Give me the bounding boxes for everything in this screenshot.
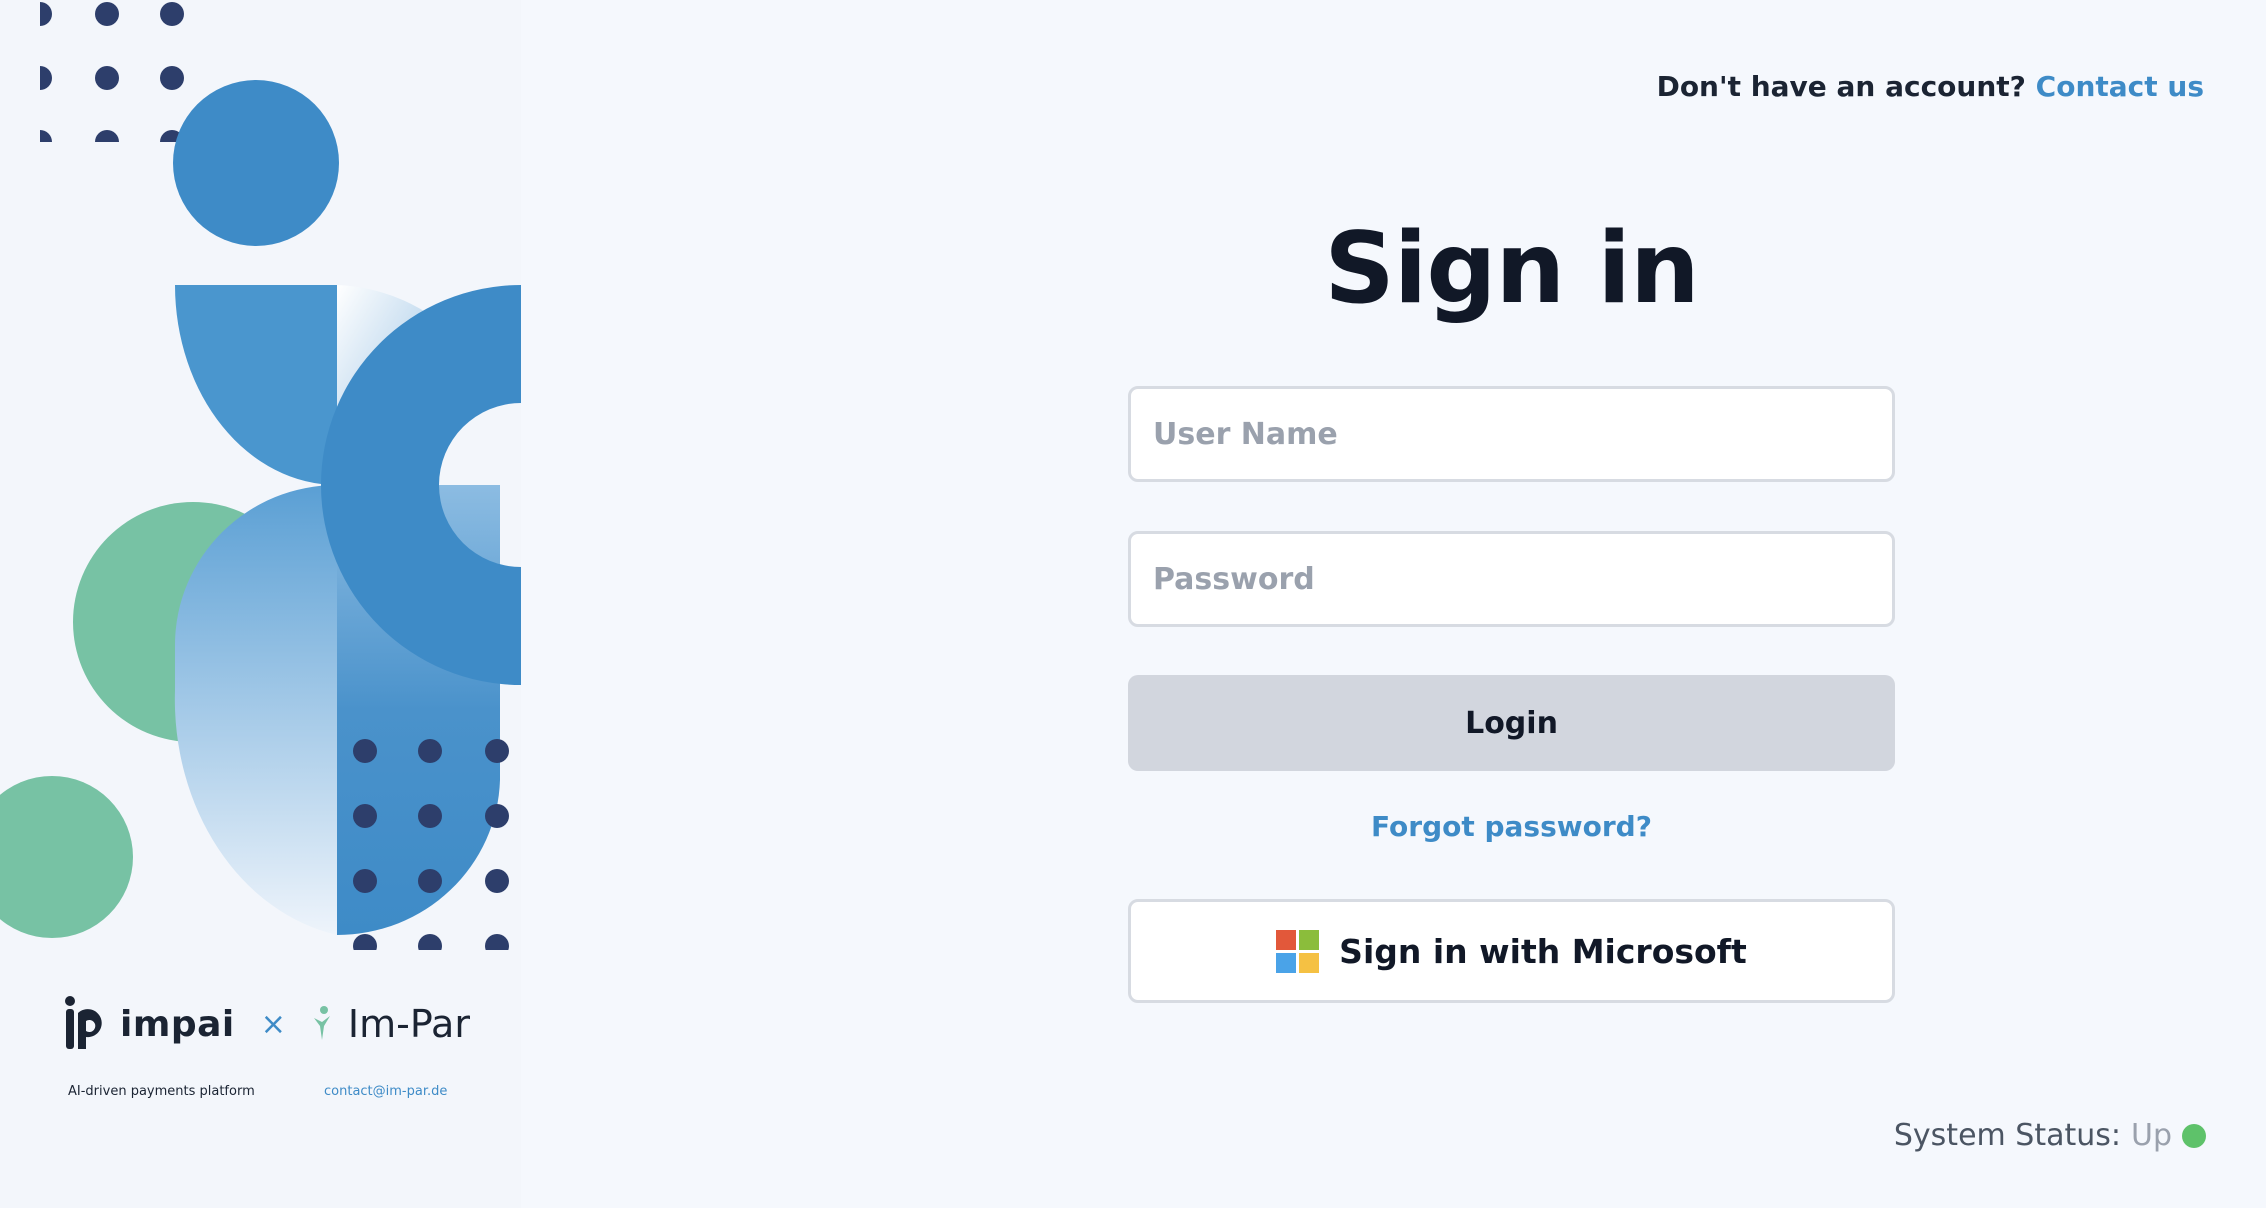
microsoft-signin-button[interactable]: Sign in with Microsoft bbox=[1128, 899, 1895, 1003]
brand-tagline: AI-driven payments platform bbox=[68, 1084, 255, 1099]
system-status-label: System Status: bbox=[1893, 1118, 2121, 1153]
password-input[interactable] bbox=[1128, 531, 1895, 627]
forgot-password-link[interactable]: Forgot password? bbox=[1128, 810, 1895, 843]
signup-prompt-text: Don't have an account? bbox=[1656, 70, 2026, 103]
contact-email-link[interactable]: contact@im-par.de bbox=[324, 1084, 447, 1099]
decorative-illustration bbox=[0, 0, 521, 950]
page-title: Sign in bbox=[1324, 212, 1700, 326]
brand-row: impai × Im-Par bbox=[62, 995, 470, 1053]
username-input[interactable] bbox=[1128, 386, 1895, 482]
system-status: System Status: Up bbox=[1894, 1118, 2206, 1153]
brand-separator: × bbox=[260, 1006, 286, 1042]
windows-logo-icon bbox=[1276, 929, 1320, 973]
branding-panel: impai × Im-Par AI-driven payments platfo… bbox=[0, 0, 521, 1208]
impai-wordmark: impai bbox=[120, 1003, 235, 1045]
system-status-value: Up bbox=[2130, 1118, 2172, 1153]
contact-us-link[interactable]: Contact us bbox=[2036, 70, 2204, 103]
login-button[interactable]: Login bbox=[1128, 675, 1895, 771]
impar-logo-icon bbox=[313, 1006, 330, 1040]
microsoft-signin-label: Sign in with Microsoft bbox=[1339, 931, 1747, 971]
status-dot-icon bbox=[2182, 1123, 2206, 1148]
impar-wordmark: Im-Par bbox=[347, 1002, 470, 1046]
impai-logo-icon bbox=[65, 996, 102, 1049]
signup-prompt: Don't have an account? Contact us bbox=[1657, 70, 2204, 103]
